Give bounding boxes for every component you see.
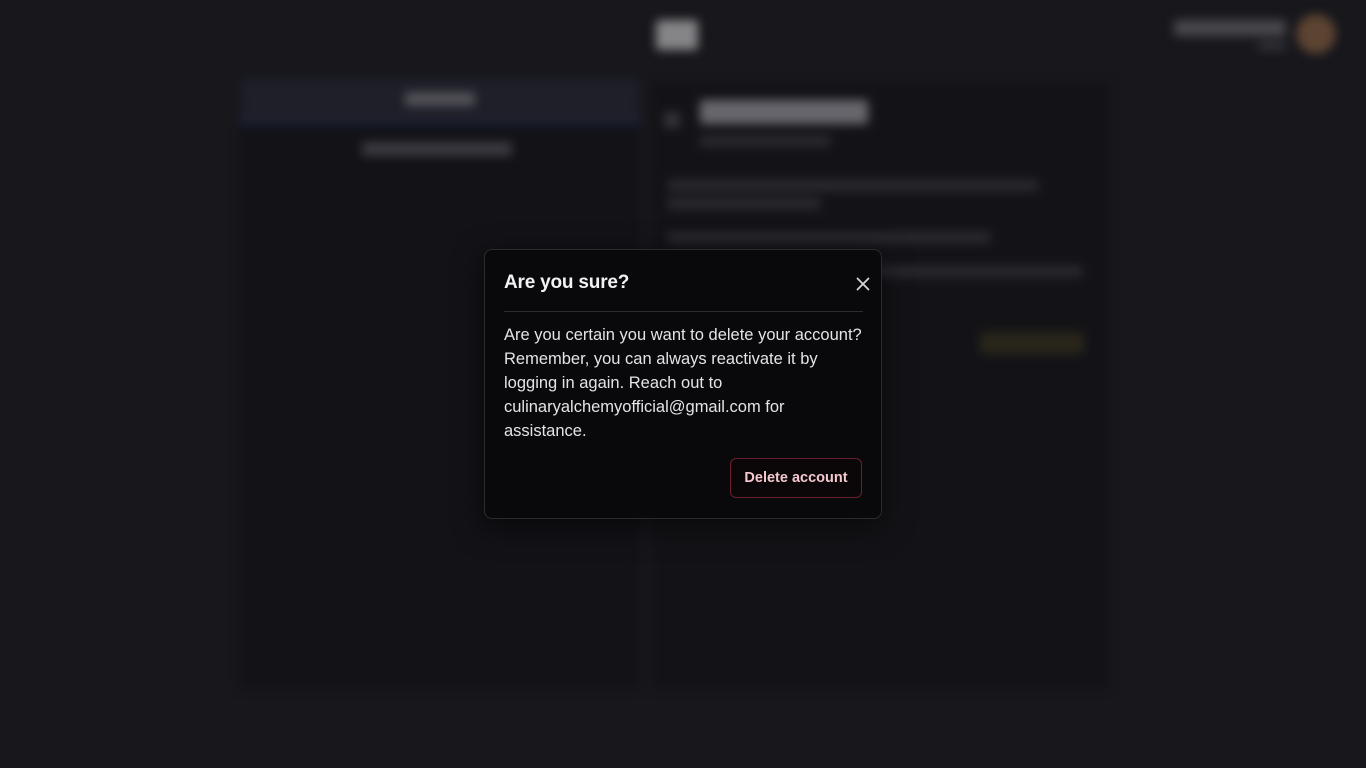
close-icon: [856, 277, 870, 291]
delete-account-button[interactable]: Delete account: [730, 458, 862, 498]
close-button[interactable]: [850, 271, 876, 297]
dialog-header: Are you sure?: [504, 250, 870, 312]
dialog-title: Are you sure?: [504, 272, 630, 293]
dialog-message: Are you certain you want to delete your …: [504, 326, 862, 440]
page: Are you sure? Are you certain you want t…: [0, 0, 1366, 768]
confirm-delete-dialog: Are you sure? Are you certain you want t…: [484, 249, 882, 519]
